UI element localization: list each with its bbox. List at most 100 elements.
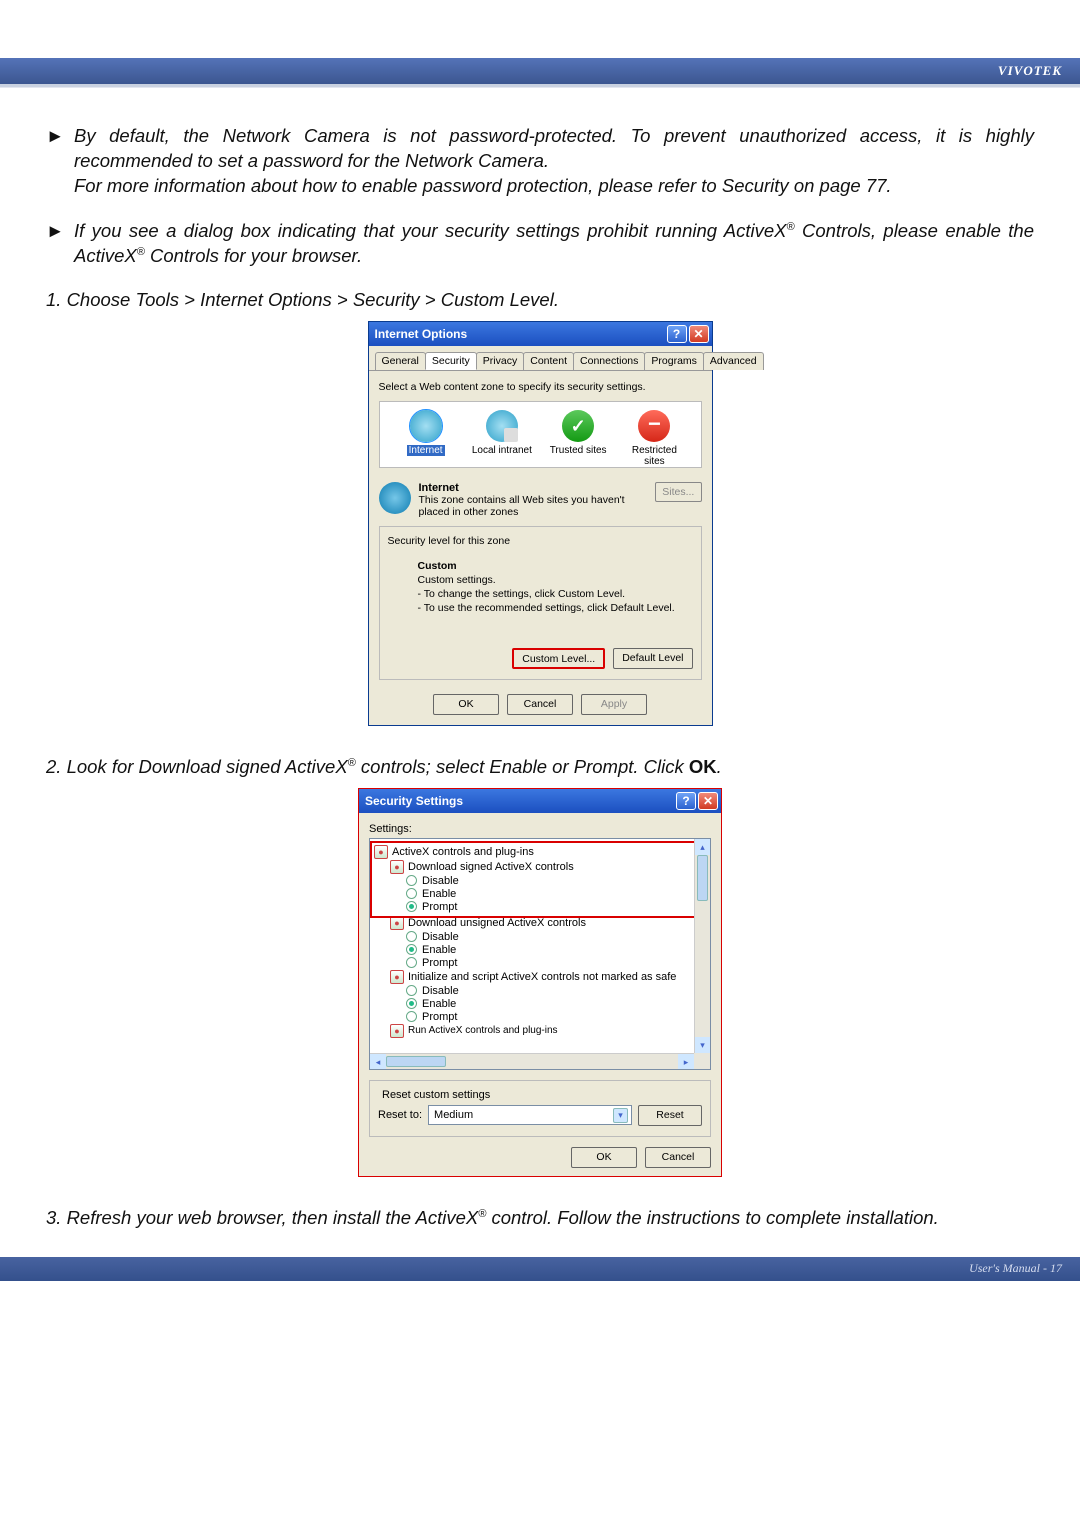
bullet-1b: For more information about how to enable… xyxy=(74,175,892,196)
security-level-title: Security level for this zone xyxy=(388,535,693,547)
radio-icon xyxy=(406,1011,417,1022)
close-icon[interactable]: ✕ xyxy=(689,325,709,343)
step-2a: 2. Look for Download signed ActiveX xyxy=(46,756,348,777)
radio-icon xyxy=(406,985,417,996)
opt-disable: Disable xyxy=(422,931,459,943)
step-3: 3. Refresh your web browser, then instal… xyxy=(46,1207,1034,1229)
bullet-1: ► By default, the Network Camera is not … xyxy=(46,124,1034,199)
step-2d: . xyxy=(717,756,722,777)
reset-button[interactable]: Reset xyxy=(638,1105,702,1126)
vertical-scrollbar[interactable]: ▴ ▾ xyxy=(694,839,710,1053)
page-footer: User's Manual - 17 xyxy=(0,1257,1080,1281)
tab-connections[interactable]: Connections xyxy=(573,352,645,370)
help-icon[interactable]: ? xyxy=(676,792,696,810)
scroll-thumb[interactable] xyxy=(386,1056,446,1067)
scroll-right-icon[interactable]: ▸ xyxy=(678,1054,694,1070)
radio-disable[interactable]: Disable xyxy=(406,931,711,944)
step-2-ok: OK xyxy=(689,756,717,777)
step-1: 1. Choose Tools > Internet Options > Sec… xyxy=(46,289,1034,311)
brand-label: VIVOTEK xyxy=(998,63,1062,79)
zone-restricted-sites[interactable]: Restricted sites xyxy=(616,410,692,467)
custom-line2: - To change the settings, click Custom L… xyxy=(418,587,693,601)
scroll-thumb[interactable] xyxy=(697,855,708,901)
page-header: VIVOTEK xyxy=(0,58,1080,84)
cancel-button[interactable]: Cancel xyxy=(645,1147,711,1168)
bullet-1a: By default, the Network Camera is not pa… xyxy=(74,125,1034,171)
scroll-corner xyxy=(694,1053,710,1069)
scroll-down-icon[interactable]: ▾ xyxy=(695,1037,710,1053)
reset-to-value: Medium xyxy=(434,1109,473,1121)
tab-general[interactable]: General xyxy=(375,352,426,370)
settings-tree[interactable]: ● ActiveX controls and plug-ins ● Download… xyxy=(369,838,711,1070)
radio-icon xyxy=(406,944,417,955)
radio-icon xyxy=(406,875,417,886)
sites-button: Sites... xyxy=(655,482,701,502)
reset-to-select[interactable]: Medium ▾ xyxy=(428,1105,632,1125)
zone-internet-label: Internet xyxy=(407,445,445,456)
opt-enable: Enable xyxy=(422,944,456,956)
radio-prompt[interactable]: Prompt xyxy=(406,901,711,914)
bullet-arrow-icon: ► xyxy=(46,219,74,269)
tab-programs[interactable]: Programs xyxy=(644,352,704,370)
radio-prompt[interactable]: Prompt xyxy=(406,957,711,970)
chevron-down-icon[interactable]: ▾ xyxy=(613,1108,628,1123)
dialog-titlebar[interactable]: Internet Options ? ✕ xyxy=(369,322,712,346)
radio-prompt[interactable]: Prompt xyxy=(406,1011,711,1024)
opt-prompt: Prompt xyxy=(422,957,457,969)
zone-selector: Internet Local intranet Trusted sites Re… xyxy=(379,401,702,468)
radio-enable[interactable]: Enable xyxy=(406,998,711,1011)
cat-activex: ActiveX controls and plug-ins xyxy=(392,846,534,858)
reset-group-title: Reset custom settings xyxy=(378,1089,494,1101)
default-level-button[interactable]: Default Level xyxy=(613,648,692,669)
radio-disable[interactable]: Disable xyxy=(406,875,711,888)
page-content: ► By default, the Network Camera is not … xyxy=(0,88,1080,1249)
ok-button[interactable]: OK xyxy=(571,1147,637,1168)
bullet-arrow-icon: ► xyxy=(46,124,74,199)
radio-enable[interactable]: Enable xyxy=(406,888,711,901)
globe-icon xyxy=(379,482,411,514)
activex-icon: ● xyxy=(390,970,404,984)
ok-button[interactable]: OK xyxy=(433,694,499,715)
zone-desc-title: Internet xyxy=(419,482,656,494)
opt-enable: Enable xyxy=(422,998,456,1010)
step-2: 2. Look for Download signed ActiveX® con… xyxy=(46,756,1034,778)
step-3a: 3. Refresh your web browser, then instal… xyxy=(46,1207,478,1228)
item-download-signed: Download signed ActiveX controls xyxy=(408,861,574,873)
zone-local-label: Local intranet xyxy=(464,445,540,456)
dialog-title: Security Settings xyxy=(365,794,463,808)
cancel-button[interactable]: Cancel xyxy=(507,694,573,715)
custom-line1: Custom settings. xyxy=(418,573,693,587)
tab-security[interactable]: Security xyxy=(425,352,477,370)
tab-content[interactable]: Content xyxy=(523,352,574,370)
dialog-titlebar[interactable]: Security Settings ? ✕ xyxy=(359,789,721,813)
reset-custom-group: Reset custom settings Reset to: Medium ▾… xyxy=(369,1080,711,1137)
activex-icon: ● xyxy=(390,916,404,930)
zone-restricted-label: Restricted xyxy=(616,445,692,456)
item-initialize-script: Initialize and script ActiveX controls n… xyxy=(408,971,676,983)
settings-label: Settings: xyxy=(369,823,711,835)
scroll-up-icon[interactable]: ▴ xyxy=(695,839,710,855)
zone-internet[interactable]: Internet xyxy=(388,410,464,467)
zone-restricted-label2: sites xyxy=(616,456,692,467)
dialog-tabs: General Security Privacy Content Connect… xyxy=(369,346,712,371)
radio-icon xyxy=(406,998,417,1009)
horizontal-scrollbar[interactable]: ◂ ▸ xyxy=(370,1053,694,1069)
tab-privacy[interactable]: Privacy xyxy=(476,352,524,370)
opt-disable: Disable xyxy=(422,875,459,887)
zone-local-intranet[interactable]: Local intranet xyxy=(464,410,540,467)
tab-advanced[interactable]: Advanced xyxy=(703,352,764,370)
prohibited-icon xyxy=(638,410,670,442)
tree-item-cut: ●Run ActiveX controls and plug-ins xyxy=(390,1024,711,1039)
globe-icon xyxy=(410,410,442,442)
scroll-left-icon[interactable]: ◂ xyxy=(370,1054,386,1070)
bullet-2-text: If you see a dialog box indicating that … xyxy=(74,219,1034,269)
help-icon[interactable]: ? xyxy=(667,325,687,343)
custom-line3: - To use the recommended settings, click… xyxy=(418,601,693,615)
dialog-footer-buttons: OK Cancel xyxy=(369,1147,711,1168)
dialog-footer-buttons: OK Cancel Apply xyxy=(369,684,712,725)
close-icon[interactable]: ✕ xyxy=(698,792,718,810)
radio-enable[interactable]: Enable xyxy=(406,944,711,957)
custom-level-button[interactable]: Custom Level... xyxy=(512,648,605,669)
zone-trusted-sites[interactable]: Trusted sites xyxy=(540,410,616,467)
radio-disable[interactable]: Disable xyxy=(406,985,711,998)
